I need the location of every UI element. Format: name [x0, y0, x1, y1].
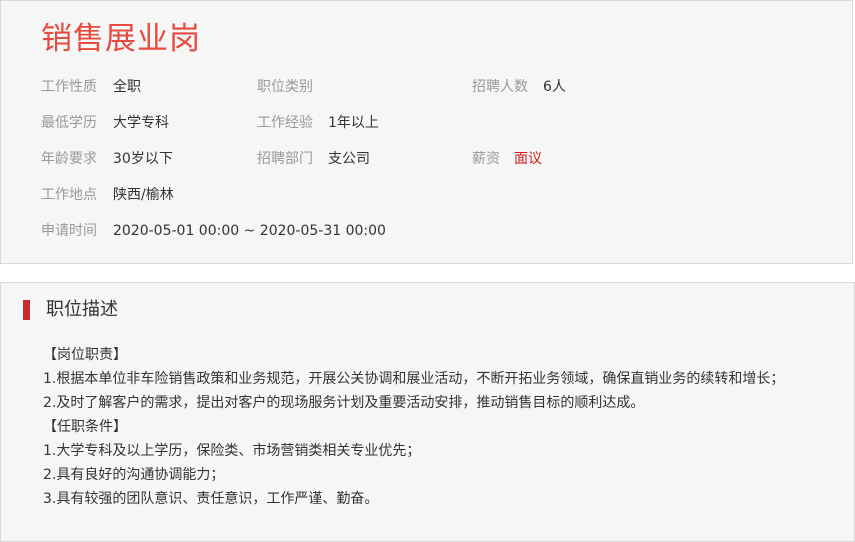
- count-label: 招聘人数: [472, 79, 528, 95]
- apply-time-label: 申请时间: [41, 223, 97, 239]
- requirements-heading: 【任职条件】: [43, 419, 127, 435]
- nature-label: 工作性质: [41, 79, 97, 95]
- count-value: 6人: [543, 79, 566, 95]
- nature-value: 全职: [113, 79, 141, 95]
- duty-item-1: 1.根据本单位非车险销售政策和业务规范，开展公关协调和展业活动，不断开拓业务领域…: [43, 371, 785, 387]
- experience-label: 工作经验: [257, 115, 313, 131]
- education-label: 最低学历: [41, 115, 97, 131]
- salary-value: 面议: [514, 151, 542, 167]
- requirement-item-1: 1.大学专科及以上学历，保险类、市场营销类相关专业优先；: [43, 443, 421, 459]
- experience-value: 1年以上: [328, 115, 379, 131]
- section-marker: [23, 300, 30, 320]
- requirement-item-3: 3.具有较强的团队意识、责任意识，工作严谨、勤奋。: [43, 491, 379, 507]
- job-description-card: 职位描述 【岗位职责】 1.根据本单位非车险销售政策和业务规范，开展公关协调和展…: [0, 282, 855, 542]
- description-body: 【岗位职责】 1.根据本单位非车险销售政策和业务规范，开展公关协调和展业活动，不…: [43, 343, 784, 511]
- duty-item-2: 2.及时了解客户的需求，提出对客户的现场服务计划及重要活动安排，推动销售目标的顺…: [43, 395, 645, 411]
- category-label: 职位类别: [257, 79, 313, 95]
- salary-label: 薪资: [472, 151, 500, 167]
- duties-heading: 【岗位职责】: [43, 347, 127, 363]
- requirement-item-2: 2.具有良好的沟通协调能力；: [43, 467, 225, 483]
- job-info-card: 销售展业岗 工作性质 全职 职位类别 招聘人数 6人 最低学历 大学专科 工作经…: [0, 0, 853, 264]
- location-value: 陕西/榆林: [113, 187, 174, 203]
- location-label: 工作地点: [41, 187, 97, 203]
- education-value: 大学专科: [113, 115, 169, 131]
- department-value: 支公司: [328, 151, 370, 167]
- apply-time-value: 2020-05-01 00:00 ~ 2020-05-31 00:00: [113, 223, 386, 239]
- age-value: 30岁以下: [113, 151, 173, 167]
- section-title: 职位描述: [46, 299, 118, 320]
- job-title: 销售展业岗: [41, 21, 201, 57]
- age-label: 年龄要求: [41, 151, 97, 167]
- department-label: 招聘部门: [257, 151, 313, 167]
